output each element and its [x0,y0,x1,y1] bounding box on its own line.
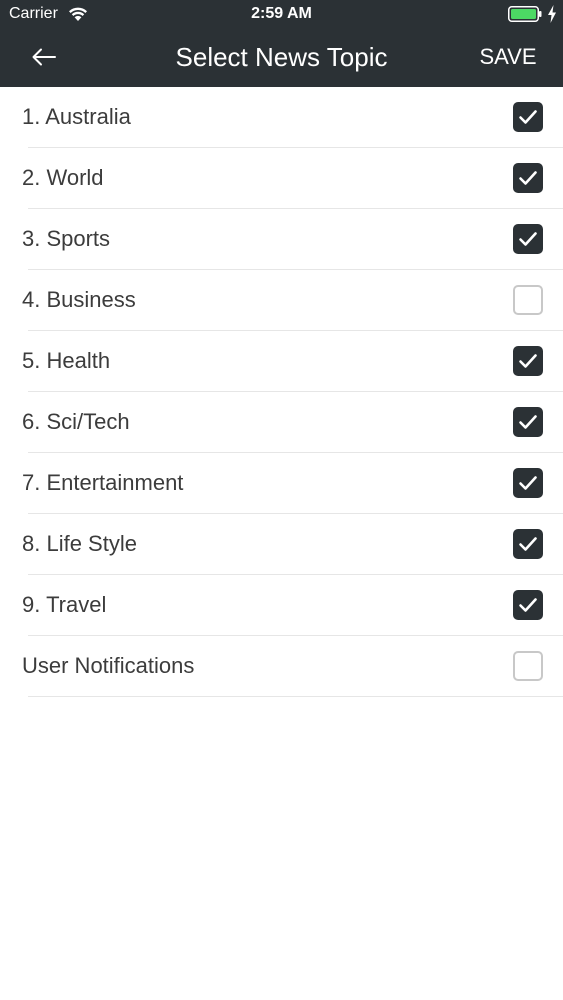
topic-label: 1. Australia [22,104,131,129]
topic-label: 5. Health [22,348,111,373]
topic-checkbox[interactable] [513,285,543,315]
checkmark-icon [519,476,537,490]
topic-row[interactable]: 1. Australia [22,87,563,148]
topic-checkbox[interactable] [513,529,543,559]
topic-checkbox[interactable] [513,651,543,681]
topic-row[interactable]: 4. Business [22,270,563,331]
page-title: Select News Topic [175,42,388,72]
charging-bolt-icon [548,5,556,23]
topic-label: User Notifications [22,653,195,678]
nav-bar: Select News Topic SAVE [0,28,563,87]
battery-icon [508,6,542,22]
wifi-icon [69,7,87,21]
checkmark-icon [519,537,537,551]
checkmark-icon [519,598,537,612]
topic-label: 2. World [22,165,104,190]
topic-label: 4. Business [22,287,136,312]
topic-row[interactable]: 7. Entertainment [22,453,563,514]
checkmark-icon [519,110,537,124]
checkmark-icon [519,354,537,368]
topic-label: 3. Sports [22,226,111,251]
arrow-left-icon [32,48,56,66]
topic-checkbox[interactable] [513,224,543,254]
topic-row[interactable]: 2. World [22,148,563,209]
checkmark-icon [519,232,537,246]
checkmark-icon [519,171,537,185]
topic-checkbox[interactable] [513,102,543,132]
topic-label: 6. Sci/Tech [22,409,130,434]
topic-checkbox[interactable] [513,407,543,437]
header: Carrier 2:59 AM Select News Topic SAVE [0,0,563,87]
checkmark-icon [519,415,537,429]
app-screen: Carrier 2:59 AM Select News Topic SAVE 1… [0,0,563,1000]
topic-row[interactable]: 8. Life Style [22,514,563,575]
topic-list: 1. Australia 2. World 3. Sports 4. Business… [0,87,563,697]
topic-row[interactable]: User Notifications [22,636,563,697]
status-bar: Carrier 2:59 AM [0,0,563,28]
topic-row[interactable]: 6. Sci/Tech [22,392,563,453]
topic-row[interactable]: 3. Sports [22,209,563,270]
topic-label: 9. Travel [22,592,107,617]
topic-checkbox[interactable] [513,346,543,376]
carrier-label: Carrier [9,5,58,22]
save-button[interactable]: SAVE [466,40,550,74]
topic-checkbox[interactable] [513,163,543,193]
topic-label: 8. Life Style [22,531,137,556]
topic-row[interactable]: 9. Travel [22,575,563,636]
topic-row[interactable]: 5. Health [22,331,563,392]
back-button[interactable] [22,40,66,74]
topic-label: 7. Entertainment [22,470,184,495]
topic-checkbox[interactable] [513,590,543,620]
topic-checkbox[interactable] [513,468,543,498]
